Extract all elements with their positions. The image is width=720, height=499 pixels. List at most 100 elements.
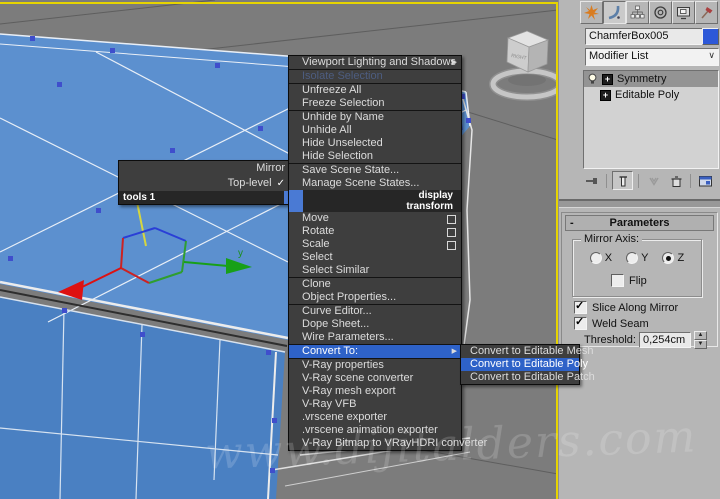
menu-item-convert-editable-patch[interactable]: Convert to Editable Patch	[461, 371, 595, 384]
quad-accent-square	[289, 201, 303, 212]
utilities-icon	[701, 7, 713, 19]
tab-modify[interactable]	[603, 1, 626, 24]
spinner-down-icon[interactable]: ▼	[693, 340, 707, 349]
menu-item-wire-parameters[interactable]: Wire Parameters...	[289, 331, 461, 344]
spinner-up-icon[interactable]: ▲	[693, 331, 707, 340]
check-icon: ✓	[575, 316, 585, 328]
toolbar-divider	[606, 173, 607, 188]
remove-modifier-icon	[671, 175, 681, 187]
radio-y[interactable]: Y	[626, 252, 648, 264]
menu-item-vrscene-animation-exporter[interactable]: .vrscene animation exporter	[289, 424, 461, 437]
settings-box-icon[interactable]	[447, 240, 456, 250]
menu-item-vray-scene-converter[interactable]: V-Ray scene converter	[289, 372, 461, 385]
radio-x[interactable]: X	[589, 252, 612, 264]
menu-item-hide-selection[interactable]: Hide Selection	[289, 150, 461, 163]
menu-item-dope-sheet[interactable]: Dope Sheet...	[289, 318, 461, 331]
gizmo-y-label: y	[238, 248, 243, 259]
lightbulb-icon[interactable]	[587, 73, 598, 85]
settings-box-icon[interactable]	[447, 227, 456, 237]
configure-modifier-sets-icon	[699, 175, 712, 186]
menu-item-vrscene-exporter[interactable]: .vrscene exporter	[289, 411, 461, 424]
quad-title-tools1[interactable]: tools 1	[119, 191, 301, 204]
tab-display[interactable]	[672, 1, 695, 24]
command-panel-tabs	[580, 1, 718, 24]
menu-item-select[interactable]: Select	[289, 251, 461, 264]
menu-item-save-scene-state[interactable]: Save Scene State...	[289, 164, 461, 177]
menu-item-freeze-selection[interactable]: Freeze Selection	[289, 97, 461, 110]
menu-item-vray-mesh-export[interactable]: V-Ray mesh export	[289, 385, 461, 398]
menu-item-isolate-selection[interactable]: Isolate Selection	[289, 70, 461, 83]
menu-item-scale[interactable]: Scale	[289, 238, 461, 251]
parameters-rollout: - Parameters Mirror Axis: X Y Z Flip ✓ S…	[561, 212, 718, 349]
submenu-arrow-icon: ▶	[451, 59, 457, 66]
configure-modifier-sets-button[interactable]	[696, 172, 715, 189]
radio-circle	[662, 252, 675, 264]
menu-item-convert-editable-poly[interactable]: Convert to Editable Poly	[461, 358, 588, 371]
radio-circle	[626, 252, 639, 264]
menu-item-curve-editor[interactable]: Curve Editor...	[289, 305, 461, 318]
menu-item-mirror[interactable]: Mirror	[119, 161, 301, 176]
menu-item-select-similar[interactable]: Select Similar	[289, 264, 461, 277]
make-unique-icon	[648, 177, 659, 186]
settings-box-icon[interactable]	[447, 214, 456, 224]
remove-modifier-button[interactable]	[666, 172, 685, 189]
menu-item-convert-to[interactable]: Convert To: ▶	[289, 345, 461, 358]
weld-seam-checkbox[interactable]: ✓ Weld Seam	[574, 316, 649, 330]
menu-item-vray-properties[interactable]: V-Ray properties	[289, 359, 461, 372]
chevron-down-icon: ∨	[708, 50, 715, 60]
tab-utilities[interactable]	[695, 1, 718, 24]
toolbar-divider	[690, 173, 691, 188]
show-end-result-icon	[619, 175, 627, 186]
menu-item-hide-unselected[interactable]: Hide Unselected	[289, 137, 461, 150]
menu-item-top-level[interactable]: Top-level ✓	[119, 176, 301, 191]
rollout-header[interactable]: - Parameters	[565, 215, 714, 231]
tab-create[interactable]	[580, 1, 603, 24]
threshold-field[interactable]: 0,254cm	[638, 332, 691, 348]
mirror-axis-options: X Y Z	[573, 252, 701, 264]
object-color-swatch[interactable]	[702, 28, 719, 45]
menu-item-manage-scene-states[interactable]: Manage Scene States...	[289, 177, 461, 190]
menu-item-unhide-all[interactable]: Unhide All	[289, 124, 461, 137]
make-unique-button[interactable]	[644, 172, 663, 189]
object-name-field[interactable]: ChamferBox005	[585, 28, 703, 45]
mirror-axis-group: Mirror Axis: X Y Z ✓	[572, 233, 702, 297]
expand-icon[interactable]: +	[602, 73, 613, 85]
modifier-list-dropdown[interactable]: Modifier List ∨	[585, 48, 719, 66]
stack-toolbar	[582, 171, 715, 190]
pin-stack-icon	[585, 177, 597, 184]
menu-item-rotate[interactable]: Rotate	[289, 225, 461, 238]
threshold-row: Threshold: 0,254cm ▲ ▼	[584, 331, 707, 349]
checkbox-box: ✓	[611, 274, 624, 287]
viewport-canvas[interactable]: y RIGHT	[0, 0, 558, 499]
menu-item-object-properties[interactable]: Object Properties...	[289, 291, 461, 304]
menu-item-vray-vfb[interactable]: V-Ray VFB	[289, 398, 461, 411]
stack-row-editable-poly[interactable]: + Editable Poly	[584, 87, 718, 103]
menu-item-label: Top-level	[227, 177, 272, 189]
menu-item-unfreeze-all[interactable]: Unfreeze All	[289, 84, 461, 97]
display-icon	[677, 7, 690, 20]
check-icon: ✓	[575, 300, 585, 312]
menu-item-move[interactable]: Move	[289, 212, 461, 225]
radio-z[interactable]: Z	[662, 252, 684, 264]
show-end-result-button[interactable]	[612, 171, 633, 190]
quad-title-transform[interactable]: transform	[289, 201, 461, 212]
radio-circle	[589, 252, 602, 264]
menu-item-unhide-by-name[interactable]: Unhide by Name	[289, 111, 461, 124]
tab-hierarchy[interactable]	[626, 1, 649, 24]
menu-item-clone[interactable]: Clone	[289, 278, 461, 291]
flip-checkbox[interactable]: ✓ Flip	[611, 274, 647, 287]
slice-along-mirror-checkbox[interactable]: ✓ Slice Along Mirror	[574, 300, 678, 314]
expand-icon[interactable]: +	[600, 89, 611, 101]
pin-stack-button[interactable]	[582, 172, 601, 189]
menu-item-viewport-lighting[interactable]: Viewport Lighting and Shadows ▶	[289, 56, 461, 69]
checkbox-box: ✓	[574, 300, 587, 314]
modifier-name: Symmetry	[617, 73, 667, 85]
menu-item-vray-bitmap-converter[interactable]: V-Ray Bitmap to VRayHDRI converter	[289, 437, 487, 450]
tab-motion[interactable]	[649, 1, 672, 24]
menu-item-label: Mirror	[256, 162, 285, 174]
stack-row-symmetry[interactable]: + Symmetry	[584, 71, 718, 87]
modifier-stack: + Symmetry + Editable Poly	[583, 70, 719, 169]
quad-title-display[interactable]: display	[289, 190, 461, 201]
menu-item-convert-editable-mesh[interactable]: Convert to Editable Mesh	[461, 345, 594, 358]
panel-splitter[interactable]	[559, 199, 720, 208]
